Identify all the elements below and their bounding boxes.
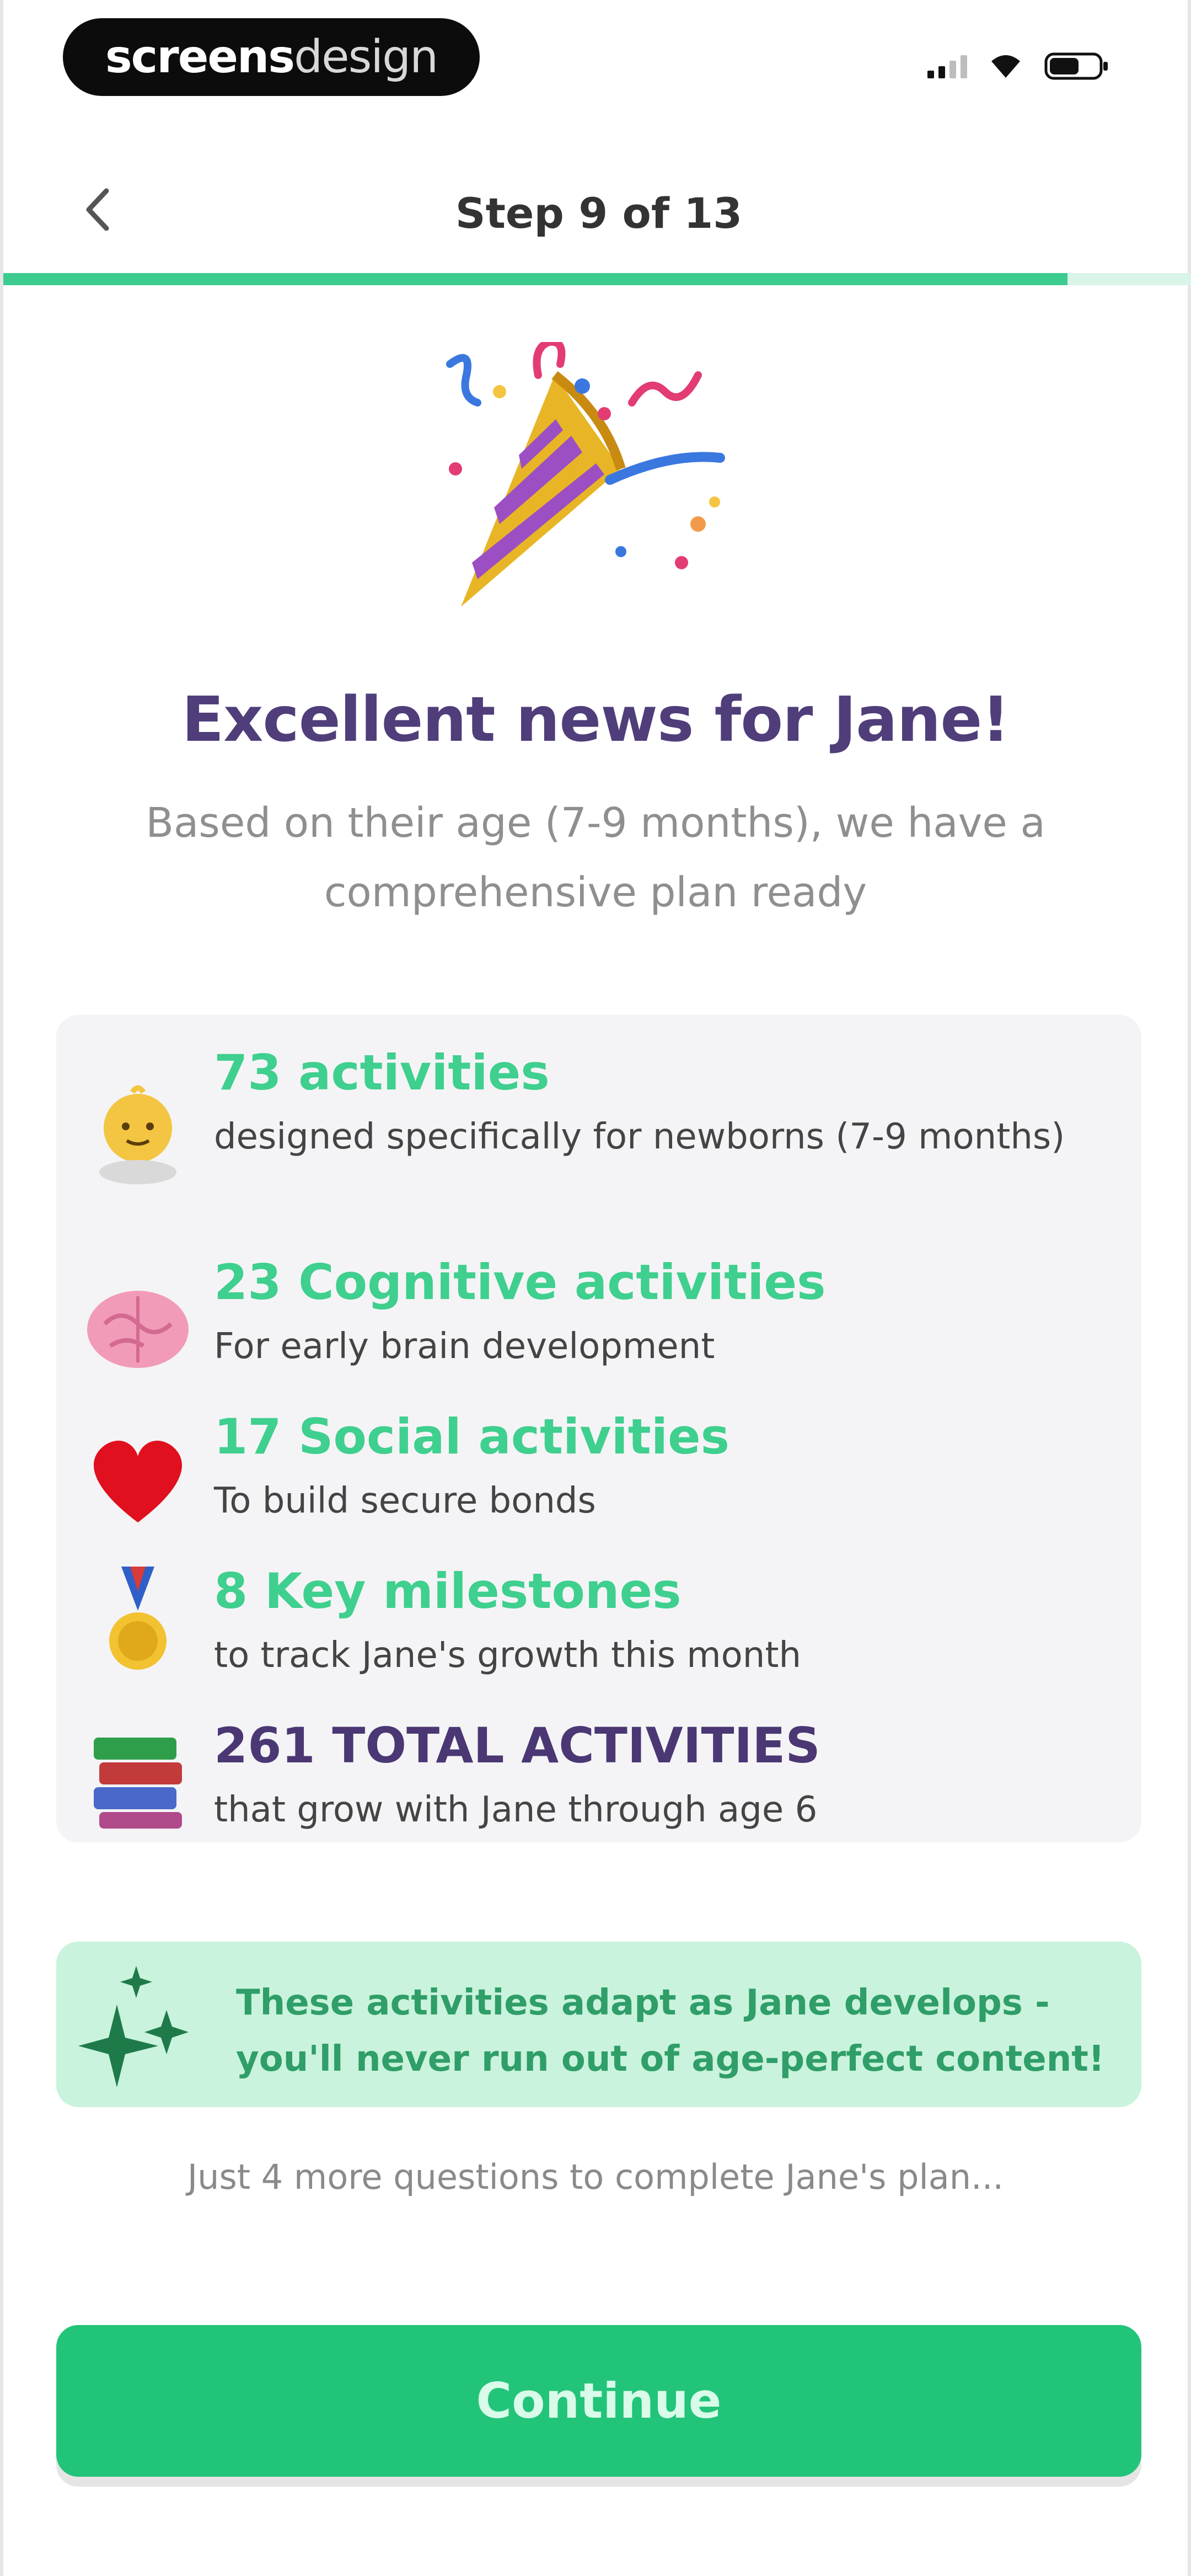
app-screen: screens design Step 9 of 13 Excellent ne… bbox=[0, 0, 1191, 2576]
summary-item-title: 23 Cognitive activities bbox=[214, 1254, 826, 1311]
progress-bar-fill bbox=[3, 273, 1068, 285]
remaining-questions-note: Just 4 more questions to complete Jane's… bbox=[187, 2157, 1004, 2197]
books-icon bbox=[94, 1738, 182, 1829]
watermark-bold: screens bbox=[105, 31, 295, 83]
watermark-light: design bbox=[294, 31, 438, 83]
summary-item-desc: designed specifically for newborns (7-9 … bbox=[214, 1116, 1065, 1157]
top-nav: Step 9 of 13 bbox=[3, 165, 1191, 254]
subtitle: Based on their age (7-9 months), we have… bbox=[146, 799, 1045, 916]
step-indicator: Step 9 of 13 bbox=[455, 189, 743, 238]
summary-item-desc: To build secure bonds bbox=[214, 1481, 596, 1521]
progress-bar bbox=[3, 273, 1191, 285]
info-banner-text: These activities adapt as Jane develops … bbox=[236, 1982, 1105, 2080]
battery-icon bbox=[1044, 52, 1108, 80]
summary-item-desc: that grow with Jane through age 6 bbox=[214, 1789, 818, 1830]
summary-item-title: 17 Social activities bbox=[214, 1408, 730, 1465]
summary-item-title: 8 Key milestones bbox=[214, 1563, 682, 1620]
medal-icon bbox=[109, 1567, 167, 1670]
summary-item-title: 261 TOTAL ACTIVITIES bbox=[214, 1717, 820, 1774]
sparkles-icon bbox=[78, 1966, 189, 2087]
brain-icon bbox=[87, 1291, 189, 1368]
wifi-icon bbox=[991, 55, 1020, 78]
headline: Excellent news for Jane! bbox=[181, 684, 1010, 756]
summary-item-desc: For early brain development bbox=[214, 1326, 715, 1367]
heart-icon bbox=[94, 1440, 182, 1522]
screensdesign-watermark: screens design bbox=[63, 18, 480, 96]
plan-summary-card: 73 activities designed specifically for … bbox=[56, 1015, 1141, 1842]
cellular-signal-icon bbox=[927, 54, 967, 78]
continue-button[interactable]: Continue bbox=[56, 2325, 1141, 2477]
summary-item-title: 73 activities bbox=[214, 1044, 550, 1101]
summary-item-desc: to track Jane's growth this month bbox=[214, 1635, 801, 1676]
status-icons bbox=[927, 51, 1110, 82]
party-popper-icon bbox=[446, 342, 725, 607]
info-banner: These activities adapt as Jane develops … bbox=[56, 1942, 1141, 2107]
baby-icon bbox=[99, 1085, 176, 1184]
